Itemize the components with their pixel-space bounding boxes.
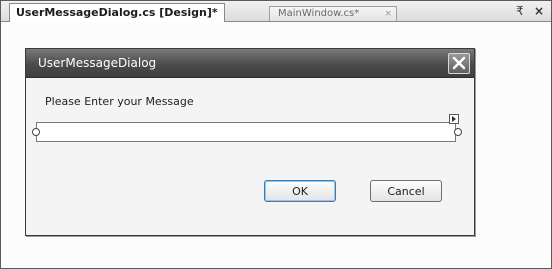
dialog-close-button[interactable] [448, 53, 470, 74]
close-icon [452, 56, 466, 70]
resize-handle-left[interactable] [32, 128, 40, 136]
tab-dropdown-icon[interactable]: ₹ [516, 3, 524, 19]
dialog-titlebar[interactable]: UserMessageDialog [26, 49, 474, 78]
resize-handle-right[interactable] [454, 128, 462, 136]
user-message-dialog: UserMessageDialog Please Enter your Mess… [25, 48, 475, 236]
close-document-icon[interactable]: × [534, 3, 544, 19]
message-input[interactable] [36, 122, 456, 142]
ok-button[interactable]: OK [264, 180, 336, 202]
document-tab-bar: UserMessageDialog.cs [Design]* MainWindo… [1, 1, 551, 22]
message-prompt-label: Please Enter your Message [45, 95, 194, 108]
message-input-container [32, 114, 462, 144]
dialog-body: Please Enter your Message OK Cancel [26, 78, 474, 235]
dialog-title: UserMessageDialog [38, 56, 157, 70]
tab-mainwindow[interactable]: MainWindow.cs* × [269, 6, 397, 21]
tab-label: UserMessageDialog.cs [Design]* [16, 6, 218, 19]
tab-label: MainWindow.cs* [278, 8, 360, 19]
smart-tag-arrow-icon [452, 116, 456, 122]
designer-window: UserMessageDialog.cs [Design]* MainWindo… [0, 0, 552, 269]
smart-tag-button[interactable] [449, 114, 459, 124]
tab-usermessagedialog-design[interactable]: UserMessageDialog.cs [Design]* [9, 3, 225, 22]
cancel-button[interactable]: Cancel [370, 180, 442, 202]
tab-close-icon[interactable]: × [384, 7, 392, 21]
